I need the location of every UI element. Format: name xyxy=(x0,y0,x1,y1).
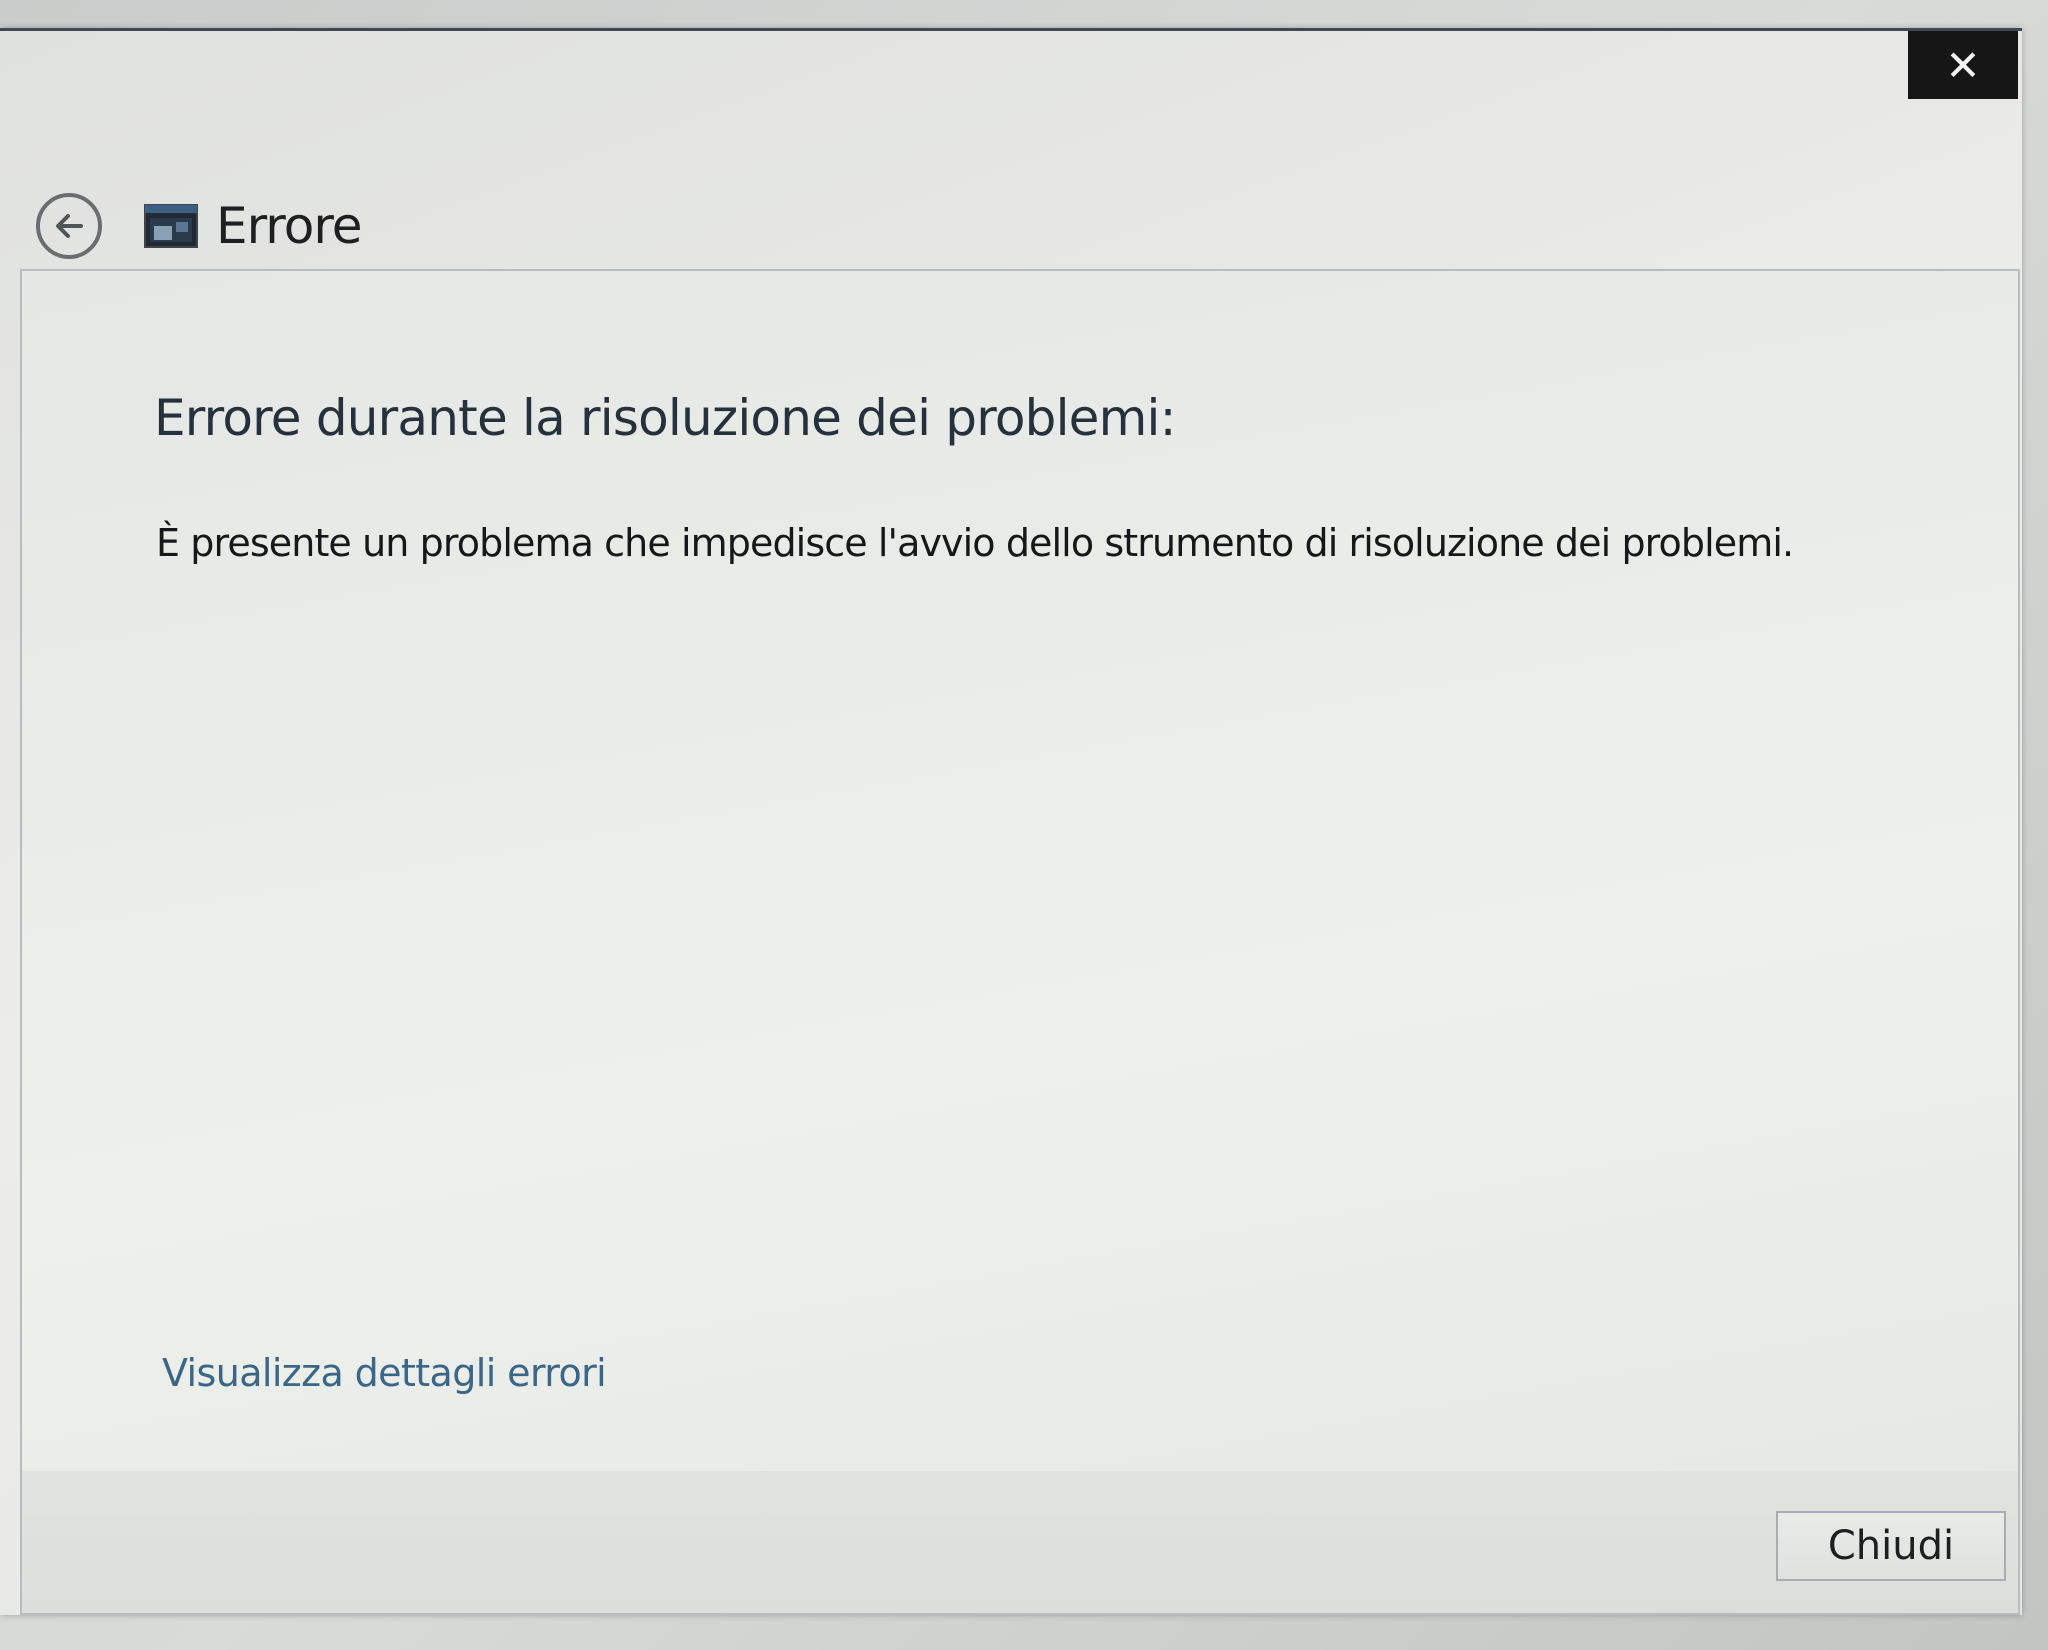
dialog-header: Errore xyxy=(36,181,363,271)
view-error-details-link[interactable]: Visualizza dettagli errori xyxy=(162,1351,607,1395)
close-button[interactable]: Chiudi xyxy=(1776,1511,2006,1581)
troubleshooter-dialog: ✕ Errore Errore durante la risoluzione d… xyxy=(0,28,2022,1615)
error-message: È presente un problema che impedisce l'a… xyxy=(156,521,1794,565)
dialog-content: Errore durante la risoluzione dei proble… xyxy=(20,269,2020,1511)
back-arrow-icon xyxy=(56,214,83,238)
troubleshooter-window-icon xyxy=(144,204,198,248)
back-button[interactable] xyxy=(36,193,102,259)
dialog-footer: Chiudi xyxy=(20,1471,2020,1615)
dialog-title: Errore xyxy=(216,197,363,255)
close-icon: ✕ xyxy=(1945,40,1981,90)
window-close-button[interactable]: ✕ xyxy=(1908,31,2018,99)
error-heading: Errore durante la risoluzione dei proble… xyxy=(154,389,1176,447)
screen: ✕ Errore Errore durante la risoluzione d… xyxy=(0,0,2048,1650)
